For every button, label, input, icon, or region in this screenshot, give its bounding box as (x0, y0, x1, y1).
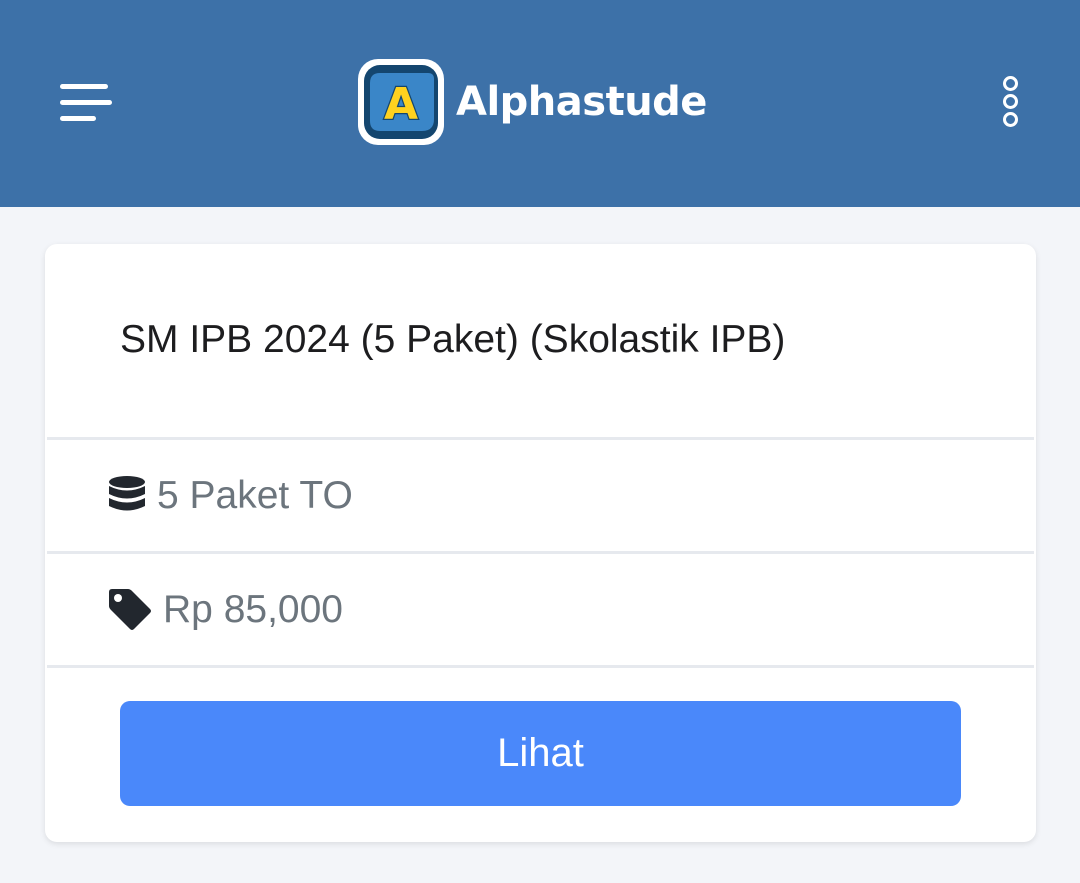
view-button[interactable]: Lihat (120, 701, 961, 806)
menu-line-top (60, 84, 108, 89)
product-title: SM IPB 2024 (5 Paket) (Skolastik IPB) (120, 318, 786, 361)
kebab-dot-middle (1003, 94, 1018, 109)
brand[interactable]: A Alphastude (356, 56, 707, 148)
row-divider (47, 665, 1034, 668)
top-app-bar: A Alphastude (0, 0, 1080, 207)
package-count-row: 5 Paket TO (47, 437, 1034, 551)
hamburger-menu-icon[interactable] (56, 78, 116, 128)
product-card: SM IPB 2024 (5 Paket) (Skolastik IPB) 5 … (45, 244, 1036, 842)
brand-name: Alphastude (456, 79, 707, 125)
alphastude-logo-icon: A (358, 59, 444, 145)
price-row: Rp 85,000 (47, 551, 1034, 665)
logo-letter: A (384, 79, 418, 130)
menu-line-middle (60, 100, 112, 105)
kebab-dot-bottom (1003, 112, 1018, 127)
price-text: Rp 85,000 (163, 587, 343, 631)
price-tag-icon (107, 588, 153, 632)
kebab-more-icon[interactable] (994, 74, 1028, 130)
kebab-dot-top (1003, 76, 1018, 91)
menu-line-bottom (60, 116, 96, 121)
package-count-text: 5 Paket TO (157, 473, 353, 517)
database-icon (107, 475, 147, 517)
